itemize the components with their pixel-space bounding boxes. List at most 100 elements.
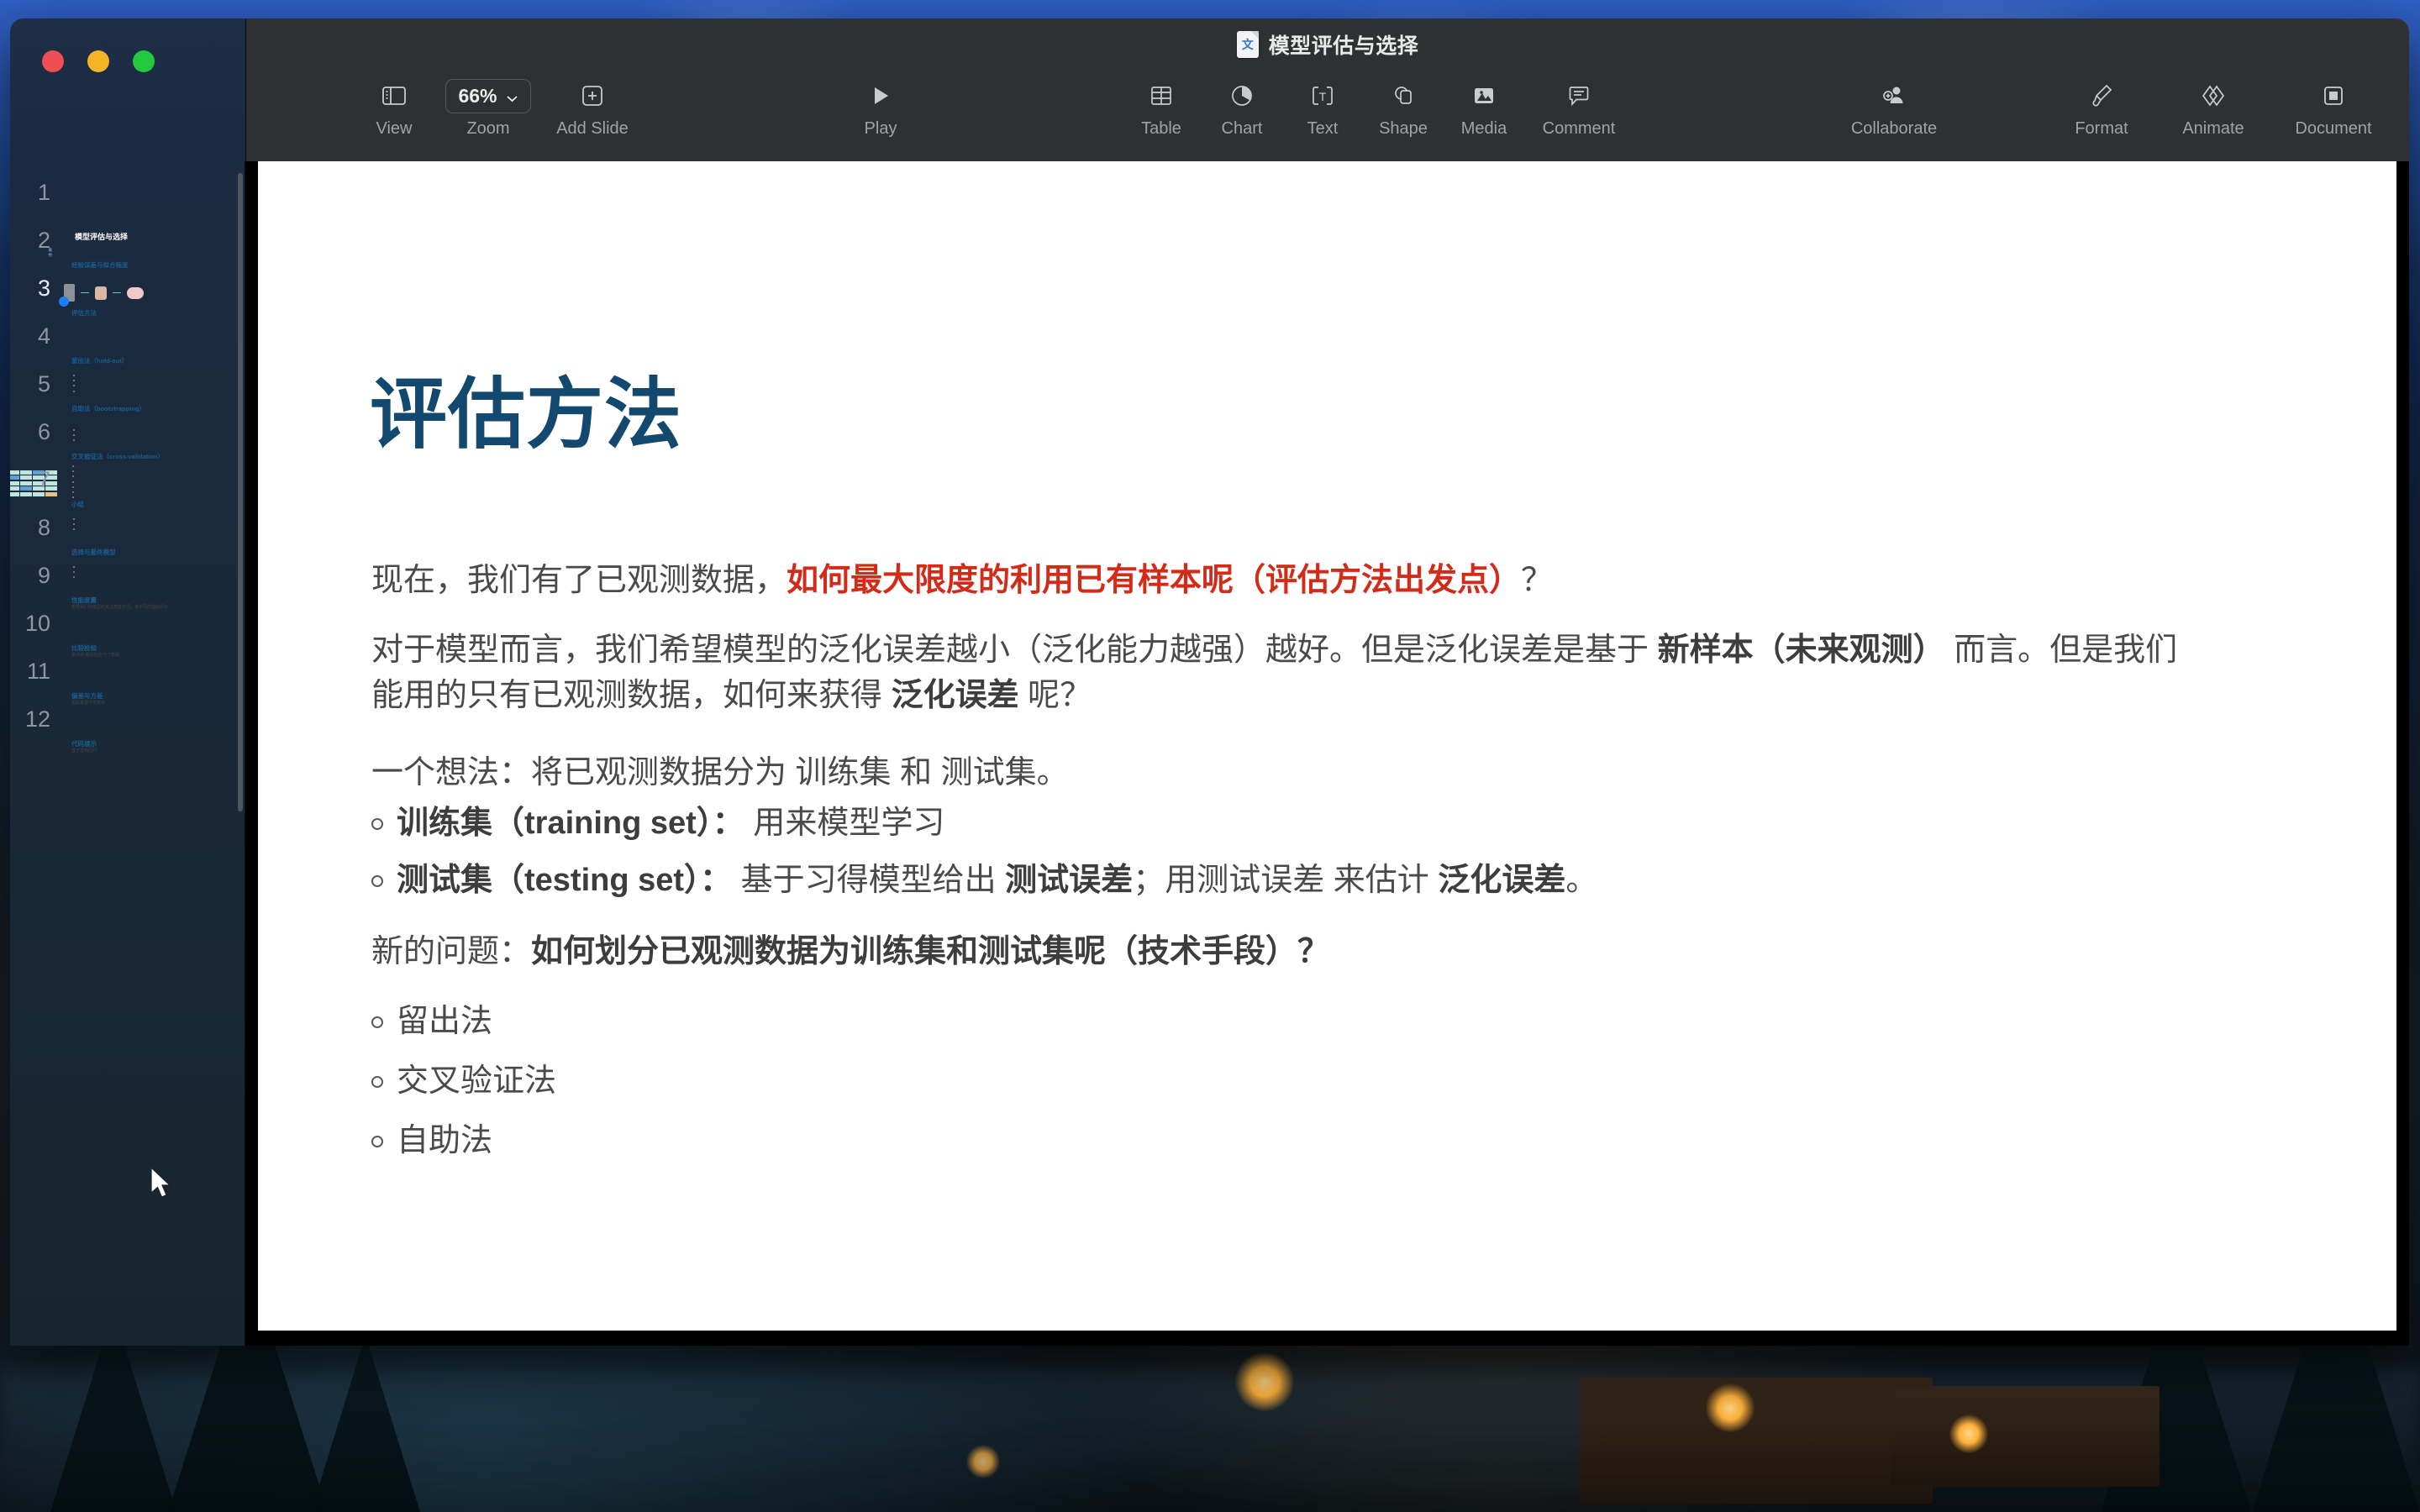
toolbar-insert-group: Table Chart T Text Shape Media Comment	[1121, 74, 1634, 139]
lantern-glow	[1706, 1383, 1754, 1432]
minimize-window-button[interactable]	[87, 50, 109, 72]
testing-set-r1: 基于习得模型给出	[732, 862, 1006, 898]
slide-title[interactable]: 评估方法	[370, 376, 682, 454]
chart-button[interactable]: Chart	[1202, 74, 1282, 139]
training-set-text: 训练集（training set）： 用来模型学习	[397, 801, 944, 847]
window-chrome: 文 模型评估与选择 View 66% Zoom Add Slide Play T…	[10, 18, 2409, 161]
text-button[interactable]: T Text	[1282, 74, 1363, 139]
nq-run-0: 新的问题：	[371, 933, 532, 969]
lantern-glow	[1235, 1352, 1294, 1411]
paragraph-idea[interactable]: 一个想法：将已观测数据分为 训练集 和 测试集。 训练集（training se…	[371, 751, 2329, 904]
list-item-cross-validation[interactable]: 交叉验证法	[371, 1059, 2329, 1105]
testing-set-r2: 测试误差	[1005, 862, 1134, 898]
toolbar-play-group: Play	[840, 74, 921, 139]
add-slide-button[interactable]: Add Slide	[542, 74, 643, 139]
document-button[interactable]: Document	[2271, 74, 2396, 139]
slide-thumbnail-2[interactable]: 2 经验误差与拟合程度	[10, 219, 238, 302]
slide-number: 7	[37, 467, 50, 492]
thumb-frame: 留出法（hold-out）	[59, 344, 129, 392]
slide-thumbnail-12[interactable]: 12 代码展示 基于逻辑回归	[10, 698, 238, 753]
slide-number: 11	[26, 659, 50, 684]
method-label: 自助法	[397, 1122, 493, 1158]
testing-set-term: 测试集（testing set）：	[397, 862, 733, 898]
lantern-glow	[1949, 1415, 1988, 1453]
slide-thumbnail-8[interactable]: 8 选择与最终模型	[10, 507, 238, 579]
current-slide[interactable]: 评估方法 现在，我们有了已观测数据，如何最大限度的利用已有样本呢（评估方法出发点…	[258, 161, 2396, 1346]
slide-number: 8	[37, 515, 50, 540]
thumb-frame: 比较检验 重点讲 假设检验 与 T检验	[59, 632, 119, 658]
shape-button[interactable]: Shape	[1363, 74, 1444, 139]
list-item-testing-set[interactable]: 测试集（testing set）： 基于习得模型给出 测试误差；用测试误差 来估…	[371, 858, 2329, 904]
chevron-down-icon	[506, 85, 518, 108]
slide-body-text[interactable]: 现在，我们有了已观测数据，如何最大限度的利用已有样本呢（评估方法出发点）？ 对于…	[371, 564, 2329, 1196]
animate-button[interactable]: Animate	[2155, 74, 2271, 139]
p2-line-1: 对于模型而言，我们希望模型的泛化误差越小（泛化能力越强）越好。但是泛化误差是基于…	[371, 628, 2329, 674]
comment-button[interactable]: Comment	[1524, 74, 1634, 139]
traffic-light-controls[interactable]	[42, 50, 155, 72]
zoom-value-pill[interactable]: 66%	[445, 77, 531, 114]
p1-run-2: ？	[1521, 563, 1554, 598]
method-list[interactable]: 留出法 交叉验证法 自助法	[371, 1000, 2329, 1164]
idea-bullet-list[interactable]: 训练集（training set）： 用来模型学习 测试集（testing se…	[371, 801, 2329, 904]
play-button[interactable]: Play	[840, 74, 921, 139]
comment-icon	[1567, 77, 1591, 114]
p1-run-1: 如何最大限度的利用已有样本呢（评估方法出发点）	[786, 563, 1522, 598]
zoom-pill[interactable]: 66%	[445, 78, 531, 113]
p2-run-4: 泛化误差	[891, 677, 1019, 713]
table-button[interactable]: Table	[1121, 74, 1202, 139]
circle-bullet-icon	[371, 1016, 383, 1028]
slide-canvas-area[interactable]: 评估方法 现在，我们有了已观测数据，如何最大限度的利用已有样本呢（评估方法出发点…	[245, 161, 2409, 1346]
slide-thumbnail-list[interactable]: 1 模型评估与选择 嘉怡 2 经验误差与拟合程度	[10, 161, 238, 1346]
slide-thumbnail-6[interactable]: 6 交叉验证法（cross-validation）	[10, 411, 238, 499]
circle-bullet-icon	[371, 1135, 383, 1147]
training-set-term: 训练集（training set）：	[397, 805, 744, 841]
navigator-scrollbar[interactable]	[238, 173, 243, 811]
slide-thumbnail-5[interactable]: 5 自助法（bootstrapping）	[10, 363, 238, 475]
toolbar-collaborate-group: Collaborate	[1827, 74, 1961, 139]
thumb-frame: 模型评估与选择 嘉怡	[49, 201, 129, 257]
svg-text:T: T	[1319, 90, 1327, 103]
shape-label: Shape	[1379, 119, 1428, 138]
sidebar-header	[10, 18, 245, 161]
thumb-frame: 代码展示 基于逻辑回归	[59, 727, 97, 753]
paragraph-generalization[interactable]: 对于模型而言，我们希望模型的泛化误差越小（泛化能力越强）越好。但是泛化误差是基于…	[371, 628, 2329, 719]
maximize-window-button[interactable]	[133, 50, 155, 72]
list-item-bootstrap[interactable]: 自助法	[371, 1119, 2329, 1164]
media-button[interactable]: Media	[1444, 74, 1524, 139]
thumb-frame: 自助法（bootstrapping） lim (	[59, 392, 145, 475]
slide-thumbnail-11[interactable]: 11 偏差与方差 看起来很不可意味	[10, 650, 238, 706]
slide-thumbnail-1[interactable]: 1 模型评估与选择 嘉怡	[10, 171, 238, 257]
training-set-desc: 用来模型学习	[744, 805, 945, 841]
close-window-button[interactable]	[42, 50, 64, 72]
canvas-bottom-edge	[245, 1331, 2409, 1346]
nq-run-1: 如何划分已观测数据为训练集和测试集呢（技术手段）？	[531, 933, 1330, 969]
slide-thumbnail-9[interactable]: 9 性能度量 根据我们对模型的关注角度不同，有不同的指标评价	[10, 554, 238, 610]
testing-set-r4: 泛化误差	[1438, 862, 1566, 898]
paragraph-new-question[interactable]: 新的问题：如何划分已观测数据为训练集和测试集呢（技术手段）？	[371, 936, 2329, 968]
zoom-value: 66%	[458, 84, 497, 107]
slide-thumbnail-4[interactable]: 4 留出法（hold-out）	[10, 315, 238, 392]
circle-bullet-icon	[371, 874, 383, 887]
zoom-control[interactable]: 66% Zoom	[434, 74, 542, 139]
slide-thumbnail-7[interactable]: 7 小结	[10, 459, 238, 531]
testing-set-r3: ；用测试误差 来估计	[1133, 862, 1439, 898]
slide-thumbnail-10[interactable]: 10 比较检验 重点讲 假设检验 与 T检验	[10, 602, 238, 658]
list-item-holdout[interactable]: 留出法	[371, 1000, 2329, 1045]
slide-thumbnail-3[interactable]: 3 评估方法	[10, 267, 238, 317]
p2-run-3: 能用的只有已观测数据，如何来获得	[371, 677, 892, 713]
p2-run-0: 对于模型而言，我们希望模型的泛化误差越小（泛化能力越强）越好。但是泛化误差是基于	[371, 633, 1658, 668]
animate-label: Animate	[2182, 119, 2244, 138]
collaborate-button[interactable]: Collaborate	[1827, 74, 1961, 139]
document-icon	[2322, 77, 2345, 114]
view-button[interactable]: View	[354, 74, 434, 139]
paragraph-intro[interactable]: 现在，我们有了已观测数据，如何最大限度的利用已有样本呢（评估方法出发点）？	[371, 564, 2329, 596]
keynote-window: 文 模型评估与选择 View 66% Zoom Add Slide Play T…	[10, 18, 2409, 1346]
add-slide-icon	[581, 77, 604, 114]
p2-run-5: 呢？	[1018, 677, 1092, 713]
list-item-training-set[interactable]: 训练集（training set）： 用来模型学习	[371, 801, 2329, 847]
slide-navigator[interactable]: 1 模型评估与选择 嘉怡 2 经验误差与拟合程度	[10, 161, 245, 1346]
view-label: View	[376, 119, 413, 138]
format-button[interactable]: Format	[2048, 74, 2155, 139]
slide-number: 2	[37, 228, 50, 253]
zoom-label: Zoom	[466, 119, 510, 138]
